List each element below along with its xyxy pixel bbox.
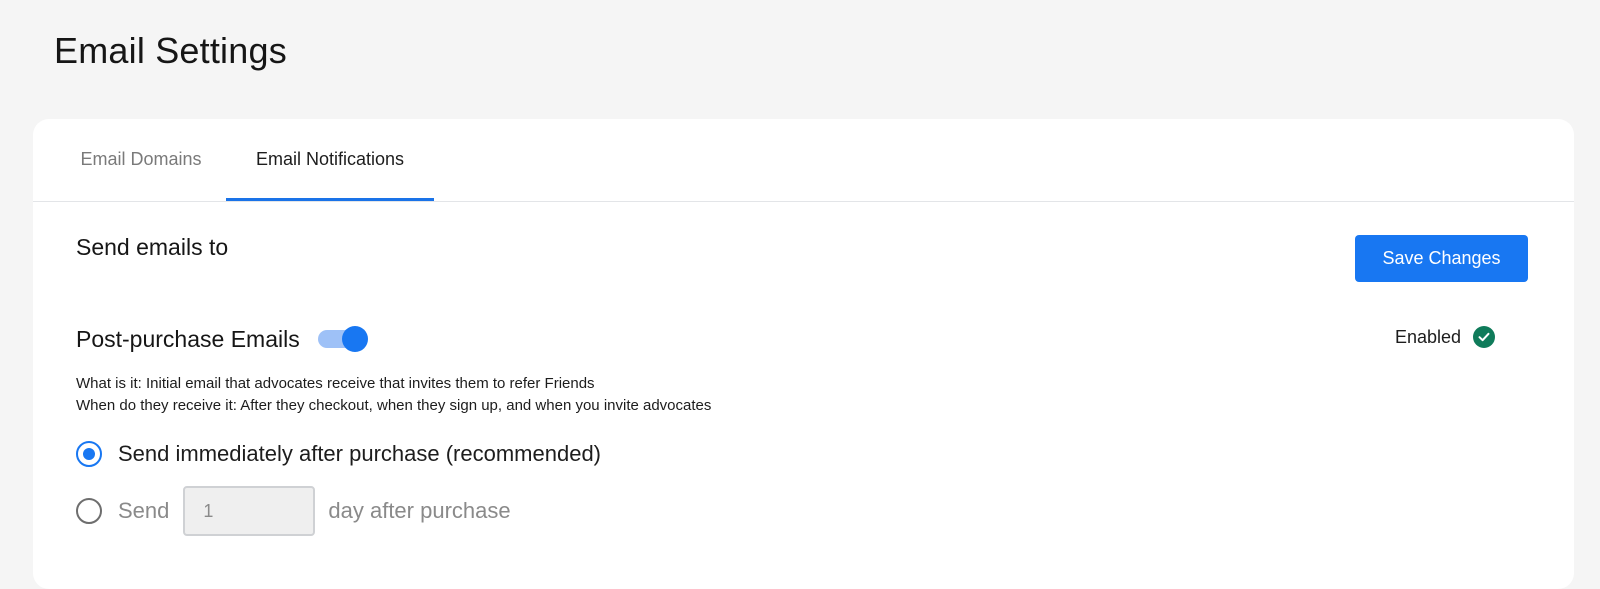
page-title: Email Settings (54, 30, 287, 71)
post-purchase-label: Post-purchase Emails (76, 325, 300, 352)
option-delayed-prefix: Send (118, 498, 170, 523)
status-indicator: Enabled (1395, 325, 1496, 349)
description-what: What is it: Initial email that advocates… (76, 375, 595, 392)
tab-email-domains[interactable]: Email Domains (76, 119, 206, 200)
option-delayed-suffix: day after purchase (328, 498, 511, 523)
tab-email-notifications[interactable]: Email Notifications (226, 119, 434, 201)
option-immediately[interactable]: Send immediately after purchase (recomme… (76, 441, 601, 467)
radio-immediately[interactable] (76, 441, 102, 467)
post-purchase-toggle[interactable] (317, 326, 368, 352)
save-changes-button[interactable]: Save Changes (1355, 235, 1528, 282)
settings-card: Email Domains Email Notifications Send e… (33, 119, 1574, 589)
section-title: Send emails to (76, 234, 229, 260)
description-when: When do they receive it: After they chec… (76, 397, 712, 414)
status-label: Enabled (1395, 326, 1462, 347)
toggle-knob (341, 326, 368, 352)
post-purchase-header: Post-purchase Emails (76, 322, 368, 356)
tab-bar: Email Domains Email Notifications (33, 119, 1574, 202)
days-input[interactable] (183, 486, 316, 536)
option-immediately-label: Send immediately after purchase (recomme… (118, 441, 602, 466)
radio-delayed[interactable] (76, 498, 102, 524)
option-delayed[interactable]: Send day after purchase (76, 486, 511, 536)
check-circle-icon (1473, 326, 1496, 348)
